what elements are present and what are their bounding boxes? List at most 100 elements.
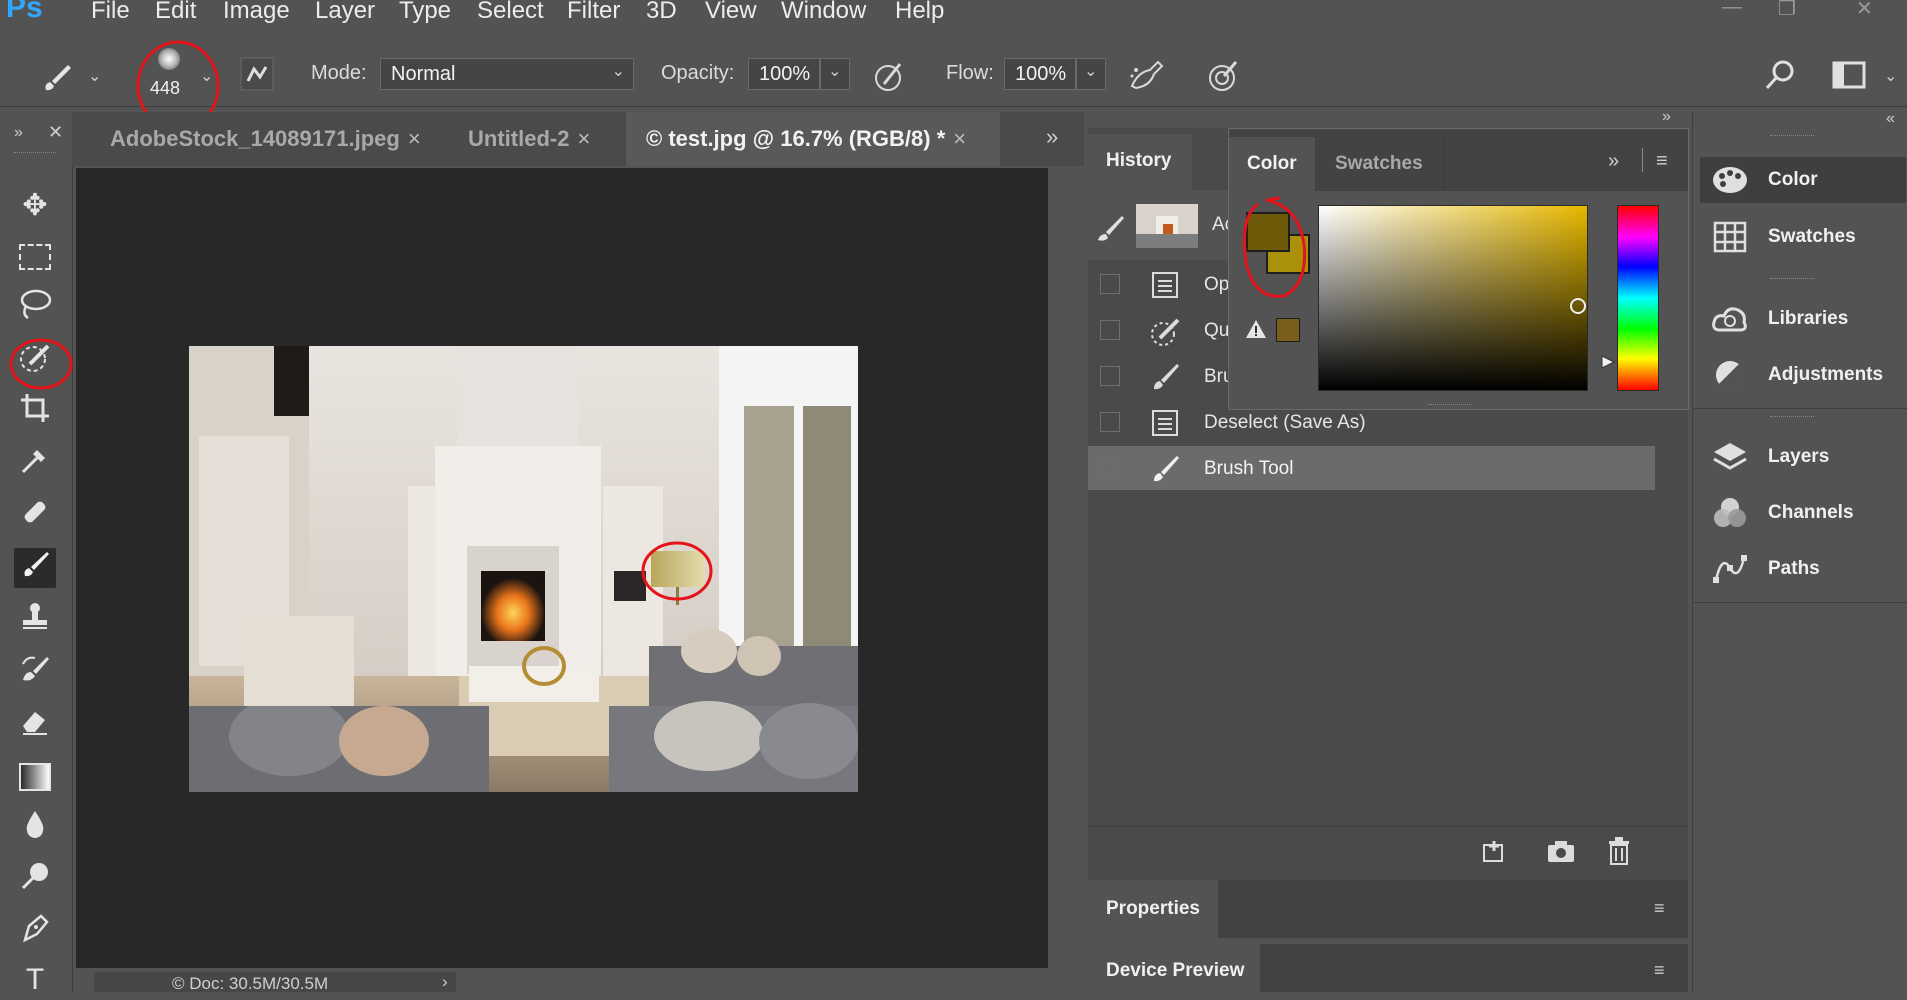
- hue-slider[interactable]: [1617, 205, 1659, 391]
- menu-file[interactable]: File: [91, 0, 130, 25]
- dodge-tool-icon[interactable]: [14, 860, 56, 900]
- eyedropper-tool-icon[interactable]: [14, 444, 56, 484]
- color-picker-cursor[interactable]: [1570, 298, 1586, 314]
- hue-slider-handle[interactable]: [1600, 354, 1616, 370]
- minimize-button[interactable]: —: [1722, 0, 1742, 19]
- expand-popup-icon[interactable]: »: [1608, 150, 1619, 173]
- brush-preset-icon[interactable]: [40, 60, 76, 96]
- document-icon: [1152, 272, 1178, 298]
- tab-adobestock[interactable]: AdobeStock_14089171.jpeg ×: [96, 112, 442, 166]
- pressure-size-icon[interactable]: [1206, 58, 1242, 94]
- document-image[interactable]: [189, 346, 858, 792]
- move-tool-icon[interactable]: ✥: [14, 186, 56, 226]
- marquee-tool-icon[interactable]: [14, 236, 56, 276]
- warning-icon[interactable]: [1244, 318, 1268, 340]
- panel-menu-icon[interactable]: ≡: [1654, 898, 1665, 919]
- search-icon[interactable]: [1763, 58, 1797, 92]
- flow-label: Flow:: [946, 62, 994, 84]
- trash-icon[interactable]: [1606, 836, 1632, 866]
- close-tab-icon[interactable]: ×: [953, 126, 966, 151]
- panel-menu-icon[interactable]: ≡: [1656, 150, 1668, 173]
- tab-color[interactable]: Color: [1229, 137, 1315, 191]
- tab-test-jpg[interactable]: © test.jpg @ 16.7% (RGB/8) * ×: [626, 112, 1000, 166]
- tab-device-preview[interactable]: Device Preview: [1088, 944, 1260, 992]
- status-menu-icon[interactable]: ›: [442, 972, 448, 992]
- new-document-from-state-icon[interactable]: [1480, 837, 1510, 865]
- mode-dropdown[interactable]: Normal ⌄: [380, 58, 634, 90]
- crop-tool-icon[interactable]: [14, 392, 56, 432]
- opacity-value: 100%: [759, 63, 811, 85]
- dock-libraries[interactable]: Libraries: [1700, 296, 1906, 342]
- history-checkbox[interactable]: [1100, 274, 1120, 294]
- menu-3d[interactable]: 3D: [646, 0, 677, 25]
- menu-filter[interactable]: Filter: [567, 0, 620, 25]
- document-size: © Doc: 30.5M/30.5M: [172, 974, 329, 993]
- dock-paths[interactable]: Paths: [1700, 546, 1906, 592]
- workspace-chevron-icon[interactable]: ⌄: [1884, 66, 1897, 86]
- history-checkbox[interactable]: [1100, 320, 1120, 340]
- healing-brush-tool-icon[interactable]: [14, 496, 56, 536]
- brush-tool-icon[interactable]: [14, 548, 56, 588]
- history-footer: [1088, 826, 1688, 877]
- gradient-tool-icon[interactable]: [14, 756, 56, 796]
- dock-grip: [1770, 416, 1814, 421]
- type-tool-icon[interactable]: T: [14, 960, 56, 1000]
- collapse-panels-icon[interactable]: »: [1662, 108, 1671, 126]
- layers-icon: [1713, 443, 1747, 470]
- close-tab-icon[interactable]: ×: [408, 126, 421, 151]
- dock-channels[interactable]: Channels: [1700, 490, 1906, 536]
- menu-type[interactable]: Type: [399, 0, 451, 25]
- dock-color[interactable]: Color: [1700, 157, 1906, 203]
- menu-edit[interactable]: Edit: [155, 0, 196, 25]
- menu-layer[interactable]: Layer: [315, 0, 375, 25]
- workspace-icon[interactable]: [1832, 60, 1866, 90]
- history-brush-tool-icon[interactable]: [14, 652, 56, 692]
- panel-menu-icon[interactable]: ≡: [1654, 960, 1665, 981]
- pen-tool-icon[interactable]: [14, 912, 56, 952]
- history-item-selected[interactable]: Brush Tool: [1088, 446, 1655, 490]
- dock-swatches[interactable]: Swatches: [1700, 214, 1906, 260]
- menu-image[interactable]: Image: [223, 0, 290, 25]
- color-field[interactable]: [1318, 205, 1588, 391]
- tab-history[interactable]: History: [1088, 134, 1192, 190]
- expand-toolbar-icon[interactable]: »: [14, 124, 23, 142]
- menu-help[interactable]: Help: [895, 0, 944, 25]
- libraries-cloud-icon: [1712, 307, 1747, 332]
- brush-settings-toggle-icon[interactable]: [240, 57, 274, 91]
- tab-properties[interactable]: Properties: [1088, 880, 1218, 938]
- flow-chevron-icon[interactable]: ⌄: [1076, 58, 1106, 90]
- opacity-chevron-icon[interactable]: ⌄: [820, 58, 850, 90]
- collapse-dock-icon[interactable]: «: [1886, 110, 1895, 128]
- close-tab-icon[interactable]: ×: [577, 126, 590, 151]
- out-of-gamut-swatch[interactable]: [1276, 318, 1300, 342]
- blur-tool-icon[interactable]: [14, 808, 56, 848]
- chevron-down-icon[interactable]: ⌄: [88, 66, 101, 86]
- airbrush-icon[interactable]: [1128, 58, 1168, 94]
- dock-layers[interactable]: Layers: [1700, 434, 1906, 480]
- dock-label: Adjustments: [1768, 364, 1884, 385]
- close-window-button[interactable]: ✕: [1856, 0, 1873, 21]
- eraser-tool-icon[interactable]: [14, 704, 56, 744]
- opacity-input[interactable]: 100%: [748, 58, 820, 90]
- menu-view[interactable]: View: [705, 0, 757, 25]
- more-tabs-icon[interactable]: »: [1046, 124, 1058, 150]
- restore-button[interactable]: ❐: [1778, 0, 1796, 21]
- clone-stamp-tool-icon[interactable]: [14, 600, 56, 640]
- lasso-tool-icon[interactable]: [14, 288, 56, 328]
- tab-untitled-2[interactable]: Untitled-2 ×: [446, 112, 622, 166]
- resize-grip[interactable]: [1428, 404, 1472, 409]
- pressure-opacity-icon[interactable]: [872, 58, 908, 94]
- divider: [1692, 602, 1907, 603]
- color-palette-icon: [1713, 167, 1747, 193]
- history-checkbox[interactable]: [1100, 458, 1120, 478]
- flow-input[interactable]: 100%: [1004, 58, 1076, 90]
- history-checkbox[interactable]: [1100, 412, 1120, 432]
- menu-window[interactable]: Window: [781, 0, 866, 25]
- camera-icon[interactable]: [1546, 838, 1576, 864]
- close-toolbar-icon[interactable]: ✕: [48, 122, 63, 143]
- dock-adjustments[interactable]: Adjustments: [1700, 352, 1906, 398]
- history-checkbox[interactable]: [1100, 366, 1120, 386]
- chevron-down-icon: ⌄: [611, 63, 625, 80]
- menu-select[interactable]: Select: [477, 0, 544, 25]
- tab-swatches[interactable]: Swatches: [1315, 137, 1444, 191]
